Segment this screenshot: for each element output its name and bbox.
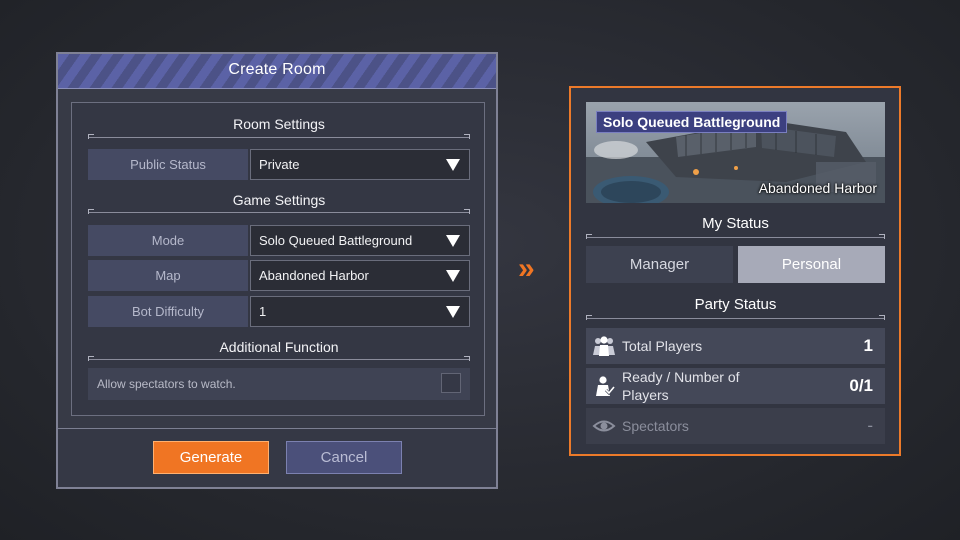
total-players-label: Total Players [622,338,703,354]
spectators-label: Spectators [622,418,689,434]
chevron-down-icon [446,235,460,247]
total-players-row: Total Players 1 [586,328,885,364]
mode-dropdown[interactable]: Solo Queued Battleground [250,225,470,256]
public-status-value: Private [259,157,300,172]
public-status-label: Public Status [88,149,248,180]
generate-button[interactable]: Generate [153,441,269,474]
room-settings-heading: Room Settings [233,116,325,132]
allow-spectators-label: Allow spectators to watch. [97,377,236,391]
map-value: Abandoned Harbor [259,268,369,283]
bot-difficulty-row: Bot Difficulty 1 [88,296,470,327]
create-room-dialog: Create Room Room Settings Public Status … [56,52,498,489]
map-label: Map [88,260,248,291]
allow-spectators-checkbox[interactable] [441,373,461,393]
ready-players-label: Ready / Number of Players [622,369,740,403]
allow-spectators-row: Allow spectators to watch. [88,368,470,400]
chevron-down-icon [446,159,460,171]
game-settings-heading: Game Settings [232,192,326,208]
section-divider [88,356,470,361]
tab-personal[interactable]: Personal [738,246,885,283]
map-row: Map Abandoned Harbor [88,260,470,291]
mode-value: Solo Queued Battleground [259,233,413,248]
section-divider [88,209,470,214]
room-status-panel: Solo Queued Battleground Abandoned Harbo… [569,86,901,456]
tab-manager[interactable]: Manager [586,246,733,283]
map-name-label: Abandoned Harbor [758,180,877,196]
spectators-value: - [867,416,873,435]
map-preview-image: Solo Queued Battleground Abandoned Harbo… [586,102,885,203]
map-dropdown[interactable]: Abandoned Harbor [250,260,470,291]
ready-players-value: 0/1 [849,376,873,395]
dialog-title: Create Room [228,61,326,78]
my-status-heading: My Status [702,215,769,232]
bot-difficulty-label: Bot Difficulty [88,296,248,327]
chevron-down-icon [446,270,460,282]
section-divider [586,234,885,239]
eye-icon [586,408,622,444]
mode-tag: Solo Queued Battleground [596,111,788,133]
bot-difficulty-dropdown[interactable]: 1 [250,296,470,327]
players-group-icon [586,328,622,364]
section-divider [586,315,885,320]
additional-function-heading: Additional Function [219,339,339,355]
dialog-header: Create Room [58,54,496,89]
party-status-heading: Party Status [694,296,777,313]
double-chevron-right-icon: » [518,252,534,285]
bot-difficulty-value: 1 [259,304,267,319]
public-status-dropdown[interactable]: Private [250,149,470,180]
spectators-row: Spectators - [586,408,885,444]
public-status-row: Public Status Private [88,149,470,180]
settings-panel: Room Settings Public Status Private Game… [71,102,485,416]
ready-player-icon [586,368,622,404]
total-players-value: 1 [863,336,873,355]
chevron-down-icon [446,306,460,318]
dialog-footer: Generate Cancel [58,428,496,487]
mode-row: Mode Solo Queued Battleground [88,225,470,256]
mode-label: Mode [88,225,248,256]
section-divider [88,134,470,139]
ready-players-row: Ready / Number of Players 0/1 [586,368,885,404]
cancel-button[interactable]: Cancel [286,441,402,474]
